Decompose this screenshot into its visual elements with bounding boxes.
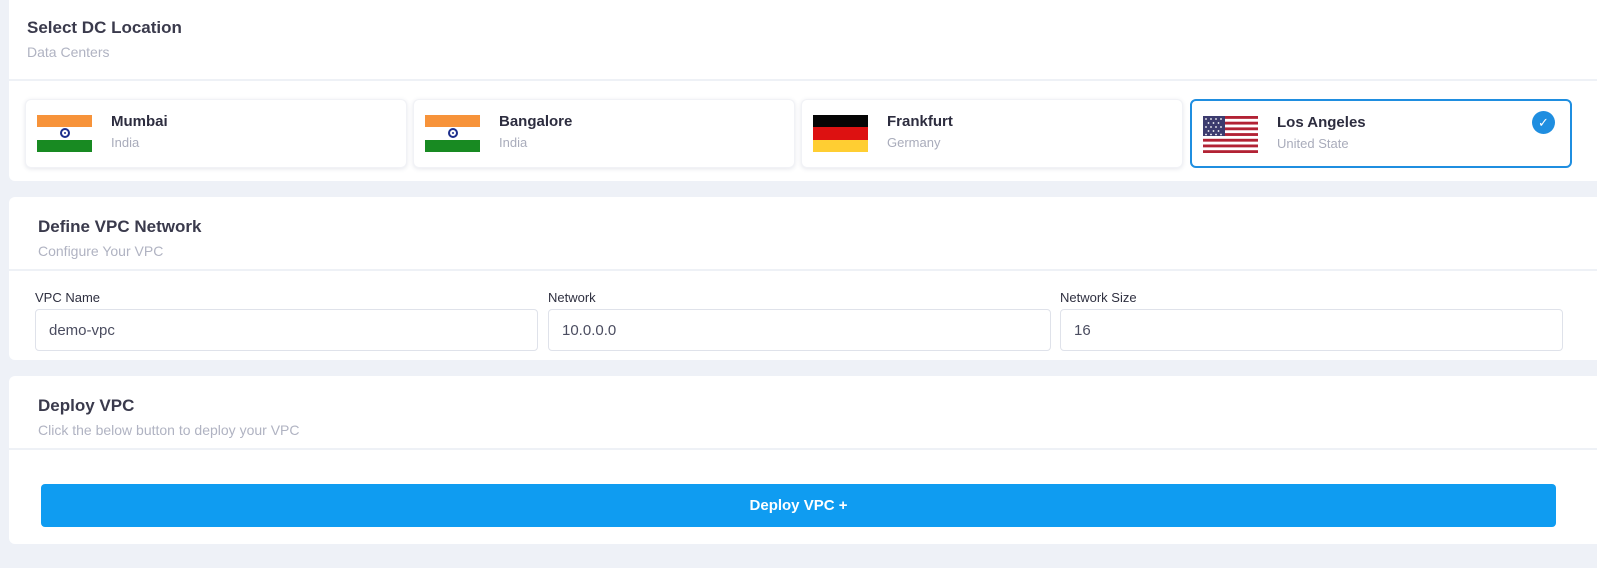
vpc-name-label: VPC Name	[35, 290, 101, 305]
location-option-mumbai[interactable]: Mumbai India	[25, 99, 407, 168]
dc-location-title: Select DC Location	[27, 18, 182, 37]
location-option-bangalore[interactable]: Bangalore India	[413, 99, 795, 168]
network-label: Network	[548, 290, 596, 305]
network-size-label: Network Size	[1060, 290, 1137, 305]
network-size-input[interactable]	[1060, 309, 1563, 351]
divider	[9, 448, 1597, 450]
dc-location-subtitle: Data Centers	[27, 44, 110, 60]
deploy-vpc-card: Deploy VPC Click the below button to dep…	[9, 376, 1597, 544]
vpc-network-subtitle: Configure Your VPC	[38, 243, 164, 259]
germany-flag-icon	[813, 115, 868, 152]
network-field: Network	[548, 290, 1051, 351]
dc-location-card: Select DC Location Data Centers Mumbai I…	[9, 0, 1597, 181]
deploy-vpc-header: Deploy VPC Click the below button to dep…	[38, 396, 299, 438]
india-flag-icon	[425, 115, 480, 152]
location-option-frankfurt[interactable]: Frankfurt Germany	[801, 99, 1183, 168]
location-country: Germany	[887, 135, 941, 150]
deploy-vpc-title: Deploy VPC	[38, 396, 135, 415]
deploy-vpc-subtitle: Click the below button to deploy your VP…	[38, 422, 300, 438]
location-country: India	[111, 135, 140, 150]
deploy-vpc-button[interactable]: Deploy VPC +	[41, 484, 1556, 527]
divider	[9, 79, 1597, 81]
network-input[interactable]	[548, 309, 1051, 351]
location-city: Los Angeles	[1277, 114, 1366, 131]
location-option-los-angeles[interactable]: Los Angeles United State ✓	[1190, 99, 1572, 168]
usa-flag-icon	[1203, 116, 1258, 153]
location-country: United State	[1277, 136, 1349, 151]
india-flag-icon	[37, 115, 92, 152]
location-city: Mumbai	[111, 113, 168, 130]
location-city: Frankfurt	[887, 113, 953, 130]
vpc-name-field: VPC Name	[35, 290, 538, 351]
divider	[9, 269, 1597, 271]
vpc-network-header: Define VPC Network Configure Your VPC	[38, 217, 201, 259]
location-country: India	[499, 135, 528, 150]
dc-location-header: Select DC Location Data Centers	[27, 18, 182, 60]
location-city: Bangalore	[499, 113, 573, 130]
vpc-network-card: Define VPC Network Configure Your VPC VP…	[9, 197, 1597, 360]
check-icon: ✓	[1532, 111, 1555, 134]
network-size-field: Network Size	[1060, 290, 1563, 351]
vpc-network-title: Define VPC Network	[38, 217, 202, 236]
vpc-name-input[interactable]	[35, 309, 538, 351]
